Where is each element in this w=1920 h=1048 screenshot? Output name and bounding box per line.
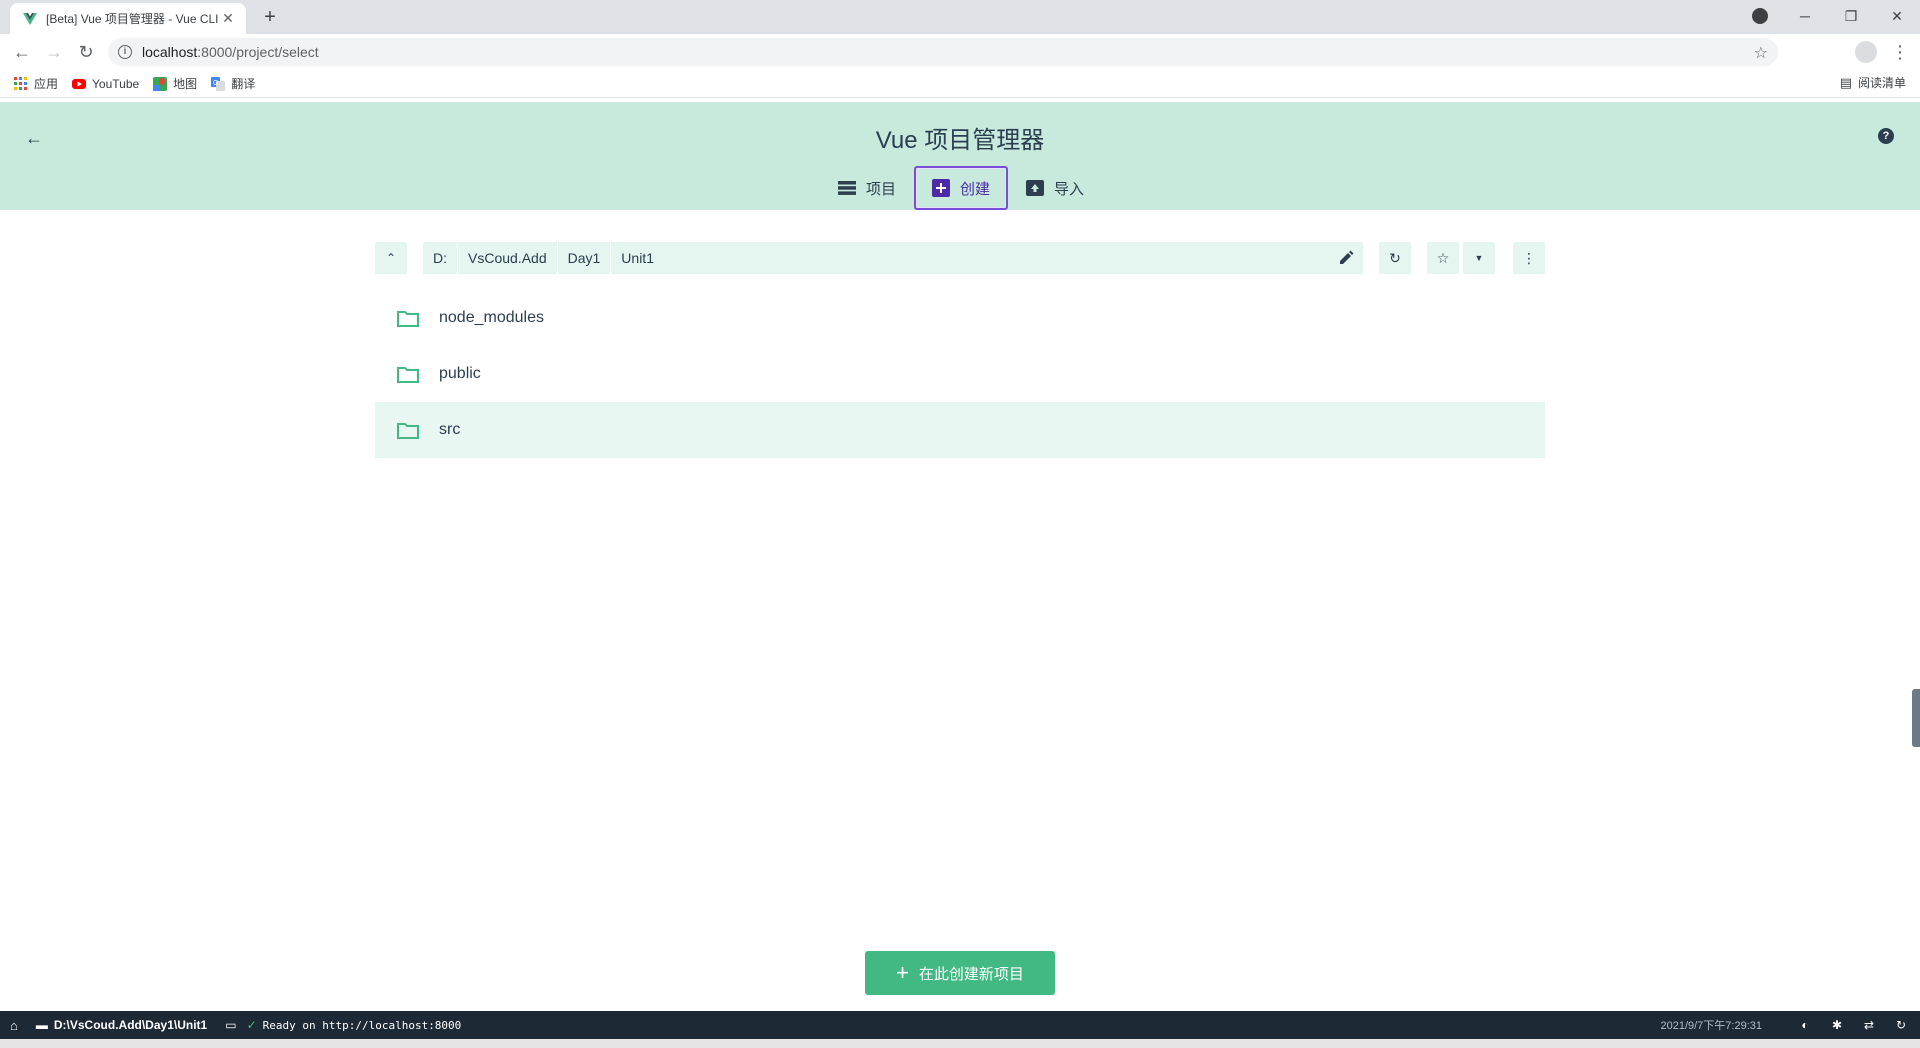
new-tab-button[interactable]: + [258, 6, 282, 30]
tab-create[interactable]: 创建 [914, 166, 1009, 210]
tab-projects[interactable]: 项目 [820, 166, 914, 210]
breadcrumb: D: VsCoud.Add Day1 Unit1 [423, 242, 1363, 274]
more-vert-icon: ⋮ [1522, 249, 1536, 266]
bookmark-apps[interactable]: 应用 [14, 72, 58, 96]
close-window-button[interactable]: ✕ [1874, 0, 1920, 32]
folder-icon [397, 311, 419, 327]
project-tabs: 项目 创建 导入 [820, 166, 1102, 210]
help-icon[interactable]: ? [1878, 128, 1894, 144]
console-log-button[interactable]: ▭ ✓ Ready on http://localhost:8000 [225, 1018, 461, 1032]
folder-icon [397, 367, 419, 383]
cwd-path: D:\VsCoud.Add\Day1\Unit1 [53, 1018, 208, 1032]
folder-item[interactable]: src [375, 402, 1545, 458]
folder-list: node_modules public src [375, 290, 1545, 458]
url-path: :8000/project/select [197, 44, 319, 60]
tab-import[interactable]: 导入 [1008, 166, 1102, 210]
folder-path-bar: ⌃ D: VsCoud.Add Day1 Unit1 ↻ ☆ ▼ ⋮ [375, 242, 1545, 274]
bookmark-label: YouTube [92, 76, 140, 91]
site-info-icon[interactable]: i [118, 45, 132, 59]
folder-item[interactable]: node_modules [375, 290, 1545, 346]
back-arrow-icon[interactable]: ← [10, 40, 34, 64]
refresh-button[interactable]: ↻ [1379, 242, 1411, 274]
home-icon: ⌂ [10, 1017, 18, 1033]
bookmark-label: 应用 [34, 77, 59, 91]
youtube-icon [72, 78, 87, 89]
folder-icon: ▬ [35, 1018, 48, 1032]
status-bar-right: 2021/9/7下午7:29:31 ◐ ✱ ⇄ ↻ [1660, 1011, 1908, 1039]
breadcrumb-item[interactable]: Unit1 [611, 242, 664, 274]
log-timestamp: 2021/9/7下午7:29:31 [1660, 1020, 1762, 1032]
unarchive-icon [1026, 179, 1045, 197]
page-title: Vue 项目管理器 [875, 127, 1045, 154]
bug-report-icon[interactable]: ✱ [1830, 1018, 1844, 1032]
log-message: Ready on http://localhost:8000 [262, 1018, 462, 1032]
refresh-icon: ↻ [1389, 249, 1401, 266]
reading-list[interactable]: ▤ 阅读清单 [1840, 74, 1906, 91]
create-project-here-button[interactable]: + 在此创建新项目 [865, 951, 1055, 995]
tab-label: 创建 [960, 180, 991, 198]
reload-icon[interactable]: ↻ [74, 40, 98, 64]
translate-icon: G [211, 76, 226, 91]
favorites-dropdown-button[interactable]: ▼ [1463, 242, 1495, 274]
home-button[interactable]: ⌂ [10, 1018, 18, 1033]
bookmark-label: 地图 [173, 77, 198, 91]
browser-tab-strip: [Beta] Vue 项目管理器 - Vue CLI ✕ + ─ ❐ ✕ [0, 0, 1920, 34]
tab-label: 导入 [1054, 180, 1085, 198]
create-project-label: 在此创建新项目 [918, 965, 1024, 983]
bookmark-translate[interactable]: G 翻译 [211, 72, 255, 96]
taskbar-strip [0, 1039, 1920, 1048]
tab-title: [Beta] Vue 项目管理器 - Vue CLI [46, 12, 219, 26]
parent-folder-button[interactable]: ⌃ [375, 242, 407, 274]
caret-down-icon: ▼ [1474, 253, 1484, 263]
status-bar: ⌂ ▬ D:\VsCoud.Add\Day1\Unit1 ▭ ✓ Ready o… [0, 1011, 1920, 1039]
maps-icon [153, 76, 168, 91]
more-options-button[interactable]: ⋮ [1513, 242, 1545, 274]
bookmark-label: 翻译 [231, 77, 256, 91]
plus-icon: + [896, 960, 909, 985]
vue-logo-icon [23, 12, 37, 25]
chevron-up-icon: ⌃ [385, 251, 397, 265]
minimize-button[interactable]: ─ [1782, 0, 1828, 32]
folder-item[interactable]: public [375, 346, 1545, 402]
tab-search-icon[interactable] [1752, 8, 1768, 24]
svg-text:G: G [213, 80, 218, 87]
edit-path-icon[interactable] [1337, 249, 1355, 267]
cwd-button[interactable]: ▬ D:\VsCoud.Add\Day1\Unit1 [36, 1018, 207, 1032]
bookmark-star-icon[interactable]: ☆ [1754, 43, 1768, 63]
bookmark-youtube[interactable]: YouTube [72, 72, 139, 96]
breadcrumb-item[interactable]: D: [423, 242, 458, 274]
folder-icon [397, 423, 419, 439]
url-host: localhost [142, 44, 198, 60]
apps-grid-icon [14, 76, 27, 90]
address-bar[interactable]: i localhost:8000/project/select ☆ [108, 38, 1778, 66]
browser-menu-icon[interactable]: ⋮ [1890, 40, 1910, 64]
refresh-icon[interactable]: ↻ [1894, 1018, 1908, 1032]
reading-list-label: 阅读清单 [1857, 76, 1906, 90]
close-tab-icon[interactable]: ✕ [220, 10, 236, 27]
console-icon: ▭ [225, 1018, 237, 1032]
folder-name: public [439, 365, 481, 382]
bookmarks-bar: 应用 YouTube 地图 G 翻译 ▤ 阅读清单 [0, 70, 1920, 98]
restore-button[interactable]: ❐ [1828, 0, 1874, 32]
bookmark-maps[interactable]: 地图 [153, 72, 197, 96]
tab-label: 项目 [866, 180, 897, 198]
breadcrumb-item[interactable]: VsCoud.Add [458, 242, 558, 274]
star-outline-icon: ☆ [1436, 249, 1450, 266]
folder-name: src [439, 421, 461, 438]
app-header: ← Vue 项目管理器 ? 项目 创建 导入 [0, 102, 1920, 210]
list-icon [838, 179, 856, 197]
browser-tab[interactable]: [Beta] Vue 项目管理器 - Vue CLI ✕ [10, 3, 246, 34]
side-drawer-handle[interactable] [1912, 689, 1920, 747]
breadcrumb-item[interactable]: Day1 [558, 242, 612, 274]
dark-mode-icon[interactable]: ◐ [1798, 1018, 1812, 1032]
profile-avatar[interactable] [1855, 41, 1877, 63]
reading-list-icon: ▤ [1839, 74, 1852, 90]
forward-arrow-icon[interactable]: → [42, 40, 66, 64]
translate-icon[interactable]: ⇄ [1862, 1018, 1876, 1032]
folder-name: node_modules [439, 309, 544, 326]
browser-toolbar: ← → ↻ i localhost:8000/project/select ☆ … [0, 34, 1920, 70]
favorite-button[interactable]: ☆ [1427, 242, 1459, 274]
add-box-icon [932, 179, 951, 197]
check-icon: ✓ [246, 1018, 257, 1032]
